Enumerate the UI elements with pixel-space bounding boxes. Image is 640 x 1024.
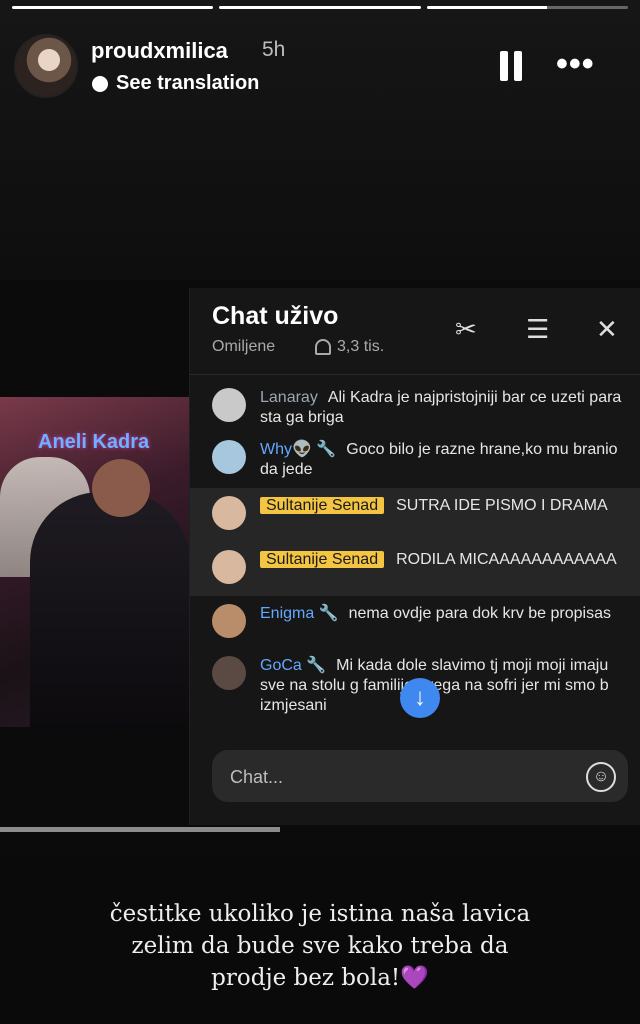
globe-icon xyxy=(92,75,108,92)
chat-input-box: ☺ xyxy=(212,750,628,802)
chat-text: nema ovdje para dok krv be propisas xyxy=(348,605,611,622)
post-time: 5h xyxy=(262,38,286,61)
avatar xyxy=(212,656,246,690)
story-header: proudxmilica 5h See translation ••• xyxy=(0,0,640,280)
pause-icon[interactable] xyxy=(500,51,524,81)
heart-icon: 💜 xyxy=(400,965,429,991)
chat-username[interactable]: Lanaray xyxy=(260,389,318,406)
video-scrub-bar xyxy=(0,827,280,832)
member-badge[interactable]: Sultanije Senad xyxy=(260,497,385,514)
avatar xyxy=(212,604,246,638)
avatar[interactable] xyxy=(14,34,78,98)
avatar xyxy=(212,496,246,530)
chat-message: Sultanije Senad RODILA MICAAAAAAAAAAAA xyxy=(190,542,640,596)
chat-message: Sultanije Senad SUTRA IDE PISMO I DRAMA xyxy=(190,488,640,542)
story-progress xyxy=(12,6,628,9)
emoji-icon[interactable]: ☺ xyxy=(586,762,616,792)
live-chat-panel: Chat uživo Omiljene 3,3 tis. ✂ ☰ ✕ Lanar… xyxy=(189,288,640,825)
chat-title: Chat uživo xyxy=(212,302,339,330)
chat-username[interactable]: Why👽 🔧 xyxy=(260,441,336,458)
see-translation-label: See translation xyxy=(116,72,260,94)
progress-segment xyxy=(219,6,421,9)
chat-input[interactable] xyxy=(228,762,572,792)
viewer-count-label: 3,3 tis. xyxy=(337,338,385,355)
username[interactable]: proudxmilica xyxy=(91,38,228,64)
avatar xyxy=(212,550,246,584)
progress-segment xyxy=(426,6,628,9)
chat-filter[interactable]: Omiljene xyxy=(212,338,275,356)
progress-segment xyxy=(12,6,214,9)
chat-username[interactable]: Enigma 🔧 xyxy=(260,605,339,622)
person-icon xyxy=(315,339,331,355)
chat-message: Enigma 🔧 nema ovdje para dok krv be propi… xyxy=(190,604,640,654)
video-overlay-text: Aneli Kadra xyxy=(38,431,150,453)
shared-screenshot: Aneli Kadra Chat uživo Omiljene 3,3 tis.… xyxy=(0,280,640,855)
see-translation-link[interactable]: See translation xyxy=(92,72,259,95)
story-caption: čestitke ukoliko je istina naša lavica z… xyxy=(0,898,640,994)
caption-line: prodje bez bola!💜 xyxy=(211,965,429,991)
chat-username[interactable]: GoCa 🔧 xyxy=(260,657,326,674)
more-icon[interactable]: ••• xyxy=(556,47,595,81)
member-badge[interactable]: Sultanije Senad xyxy=(260,551,385,568)
scissors-icon[interactable]: ✂ xyxy=(455,314,477,345)
caption-line: čestitke ukoliko je istina naša lavica xyxy=(109,901,531,927)
chat-text: RODILA MICAAAAAAAAAAAA xyxy=(396,551,617,568)
viewer-count: 3,3 tis. xyxy=(315,338,384,356)
close-icon[interactable]: ✕ xyxy=(596,314,618,345)
avatar xyxy=(212,440,246,474)
chat-message: Why👽 🔧 Goco bilo je razne hrane,ko mu bra… xyxy=(190,440,640,490)
avatar xyxy=(212,388,246,422)
settings-sliders-icon[interactable]: ☰ xyxy=(526,314,549,345)
video-preview: Aneli Kadra xyxy=(0,397,190,727)
scroll-down-button[interactable]: ↓ xyxy=(400,678,440,718)
chat-message: Lanaray Ali Kadra je najpristojniji bar c… xyxy=(190,388,640,438)
chat-text: SUTRA IDE PISMO I DRAMA xyxy=(396,497,608,514)
caption-line: zelim da bude sve kako treba da xyxy=(131,933,509,959)
